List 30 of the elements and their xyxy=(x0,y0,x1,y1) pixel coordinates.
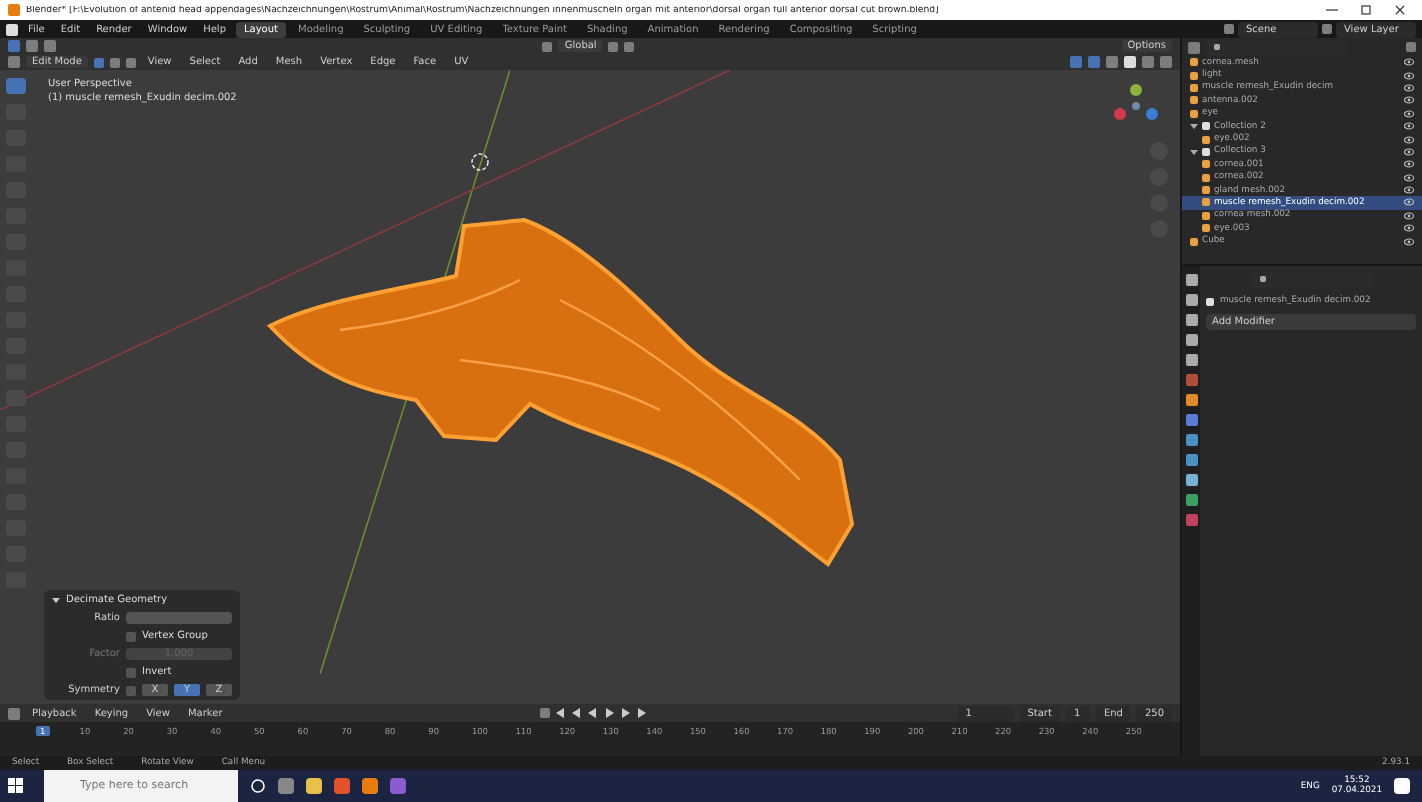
eye-icon[interactable] xyxy=(1404,147,1414,156)
jump-start-icon[interactable] xyxy=(556,708,566,718)
disclosure-triangle-icon xyxy=(1190,122,1198,131)
eye-icon[interactable] xyxy=(1404,211,1414,220)
eye-icon[interactable] xyxy=(1404,198,1414,207)
disclosure-triangle-icon xyxy=(1190,147,1198,156)
prev-key-icon[interactable] xyxy=(572,708,582,718)
next-key-icon[interactable] xyxy=(620,708,630,718)
checkbox[interactable] xyxy=(126,631,136,641)
ratio-field[interactable] xyxy=(126,612,232,624)
eye-icon[interactable] xyxy=(1404,96,1414,105)
checkbox[interactable] xyxy=(126,667,136,677)
checkbox[interactable] xyxy=(126,685,136,695)
play-reverse-icon[interactable] xyxy=(588,708,598,718)
eye-icon[interactable] xyxy=(1404,224,1414,233)
eye-icon[interactable] xyxy=(1404,122,1414,131)
eye-icon[interactable] xyxy=(1404,186,1414,195)
jump-end-icon[interactable] xyxy=(636,708,646,718)
eye-icon[interactable] xyxy=(1404,83,1414,92)
eye-icon[interactable] xyxy=(1404,71,1414,80)
eye-icon[interactable] xyxy=(1404,58,1414,67)
3d-cursor-icon xyxy=(470,152,490,172)
play-icon[interactable] xyxy=(604,708,614,718)
eye-icon[interactable] xyxy=(1404,160,1414,169)
cortana-icon[interactable] xyxy=(250,778,266,794)
eye-icon[interactable] xyxy=(1404,135,1414,144)
eye-icon[interactable] xyxy=(1404,109,1414,118)
eye-icon[interactable] xyxy=(1404,173,1414,182)
disclosure-triangle-icon[interactable] xyxy=(52,596,60,604)
eye-icon[interactable] xyxy=(1404,237,1414,246)
